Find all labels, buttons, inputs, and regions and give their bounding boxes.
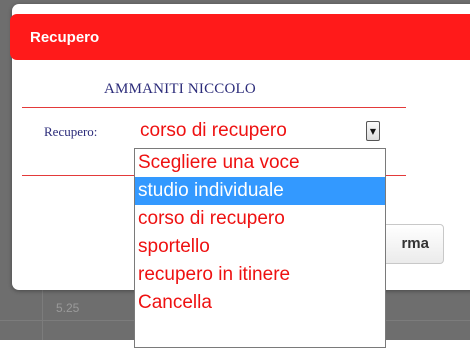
- recupero-field-label: Recupero:: [44, 124, 98, 139]
- dropdown-option-sportello[interactable]: sportello: [135, 233, 385, 261]
- student-name: AMMANITI NICCOLO: [104, 81, 256, 97]
- chevron-down-icon[interactable]: ▼: [366, 121, 380, 141]
- grid-line: [42, 290, 43, 340]
- dialog-title: Recupero: [30, 29, 100, 46]
- dropdown-option-studio-individuale[interactable]: studio individuale: [135, 177, 385, 205]
- dropdown-option-cancella[interactable]: Cancella: [135, 289, 385, 317]
- dropdown-option-recupero-in-itinere[interactable]: recupero in itinere: [135, 261, 385, 289]
- divider: [22, 107, 406, 108]
- background-cell-value: 5.25: [56, 301, 80, 315]
- recupero-select[interactable]: corso di recupero: [140, 120, 287, 142]
- recupero-dropdown-list[interactable]: Scegliere una voce studio individuale co…: [134, 148, 386, 348]
- dropdown-option-scegliere[interactable]: Scegliere una voce: [135, 149, 385, 177]
- dropdown-option-corso-di-recupero[interactable]: corso di recupero: [135, 205, 385, 233]
